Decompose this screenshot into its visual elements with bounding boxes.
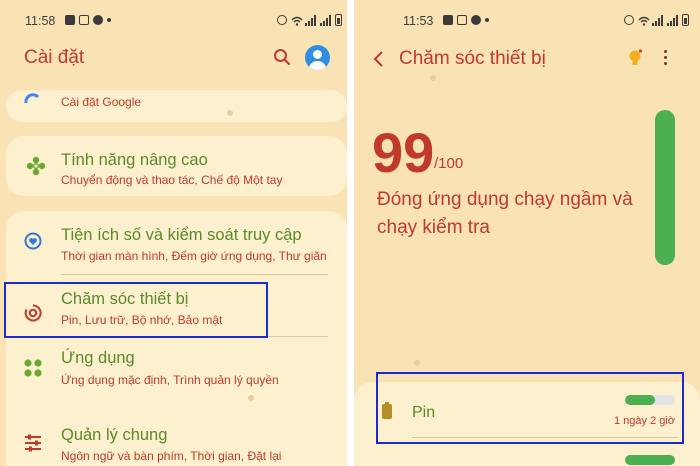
settings-item-subtitle: Cài đặt Google	[61, 95, 142, 109]
highlight-battery	[376, 372, 684, 444]
signal-2-icon	[667, 14, 678, 26]
device-care-screen: 11:53 Chăm sóc thiết bị 99 /100 Đóng ứng…	[354, 0, 700, 466]
gear-plus-icon	[26, 156, 48, 178]
messenger-notification-icon	[93, 15, 103, 25]
settings-item-title: Tính năng nâng cao	[61, 151, 208, 169]
battery-status-icon	[335, 14, 342, 26]
background-speck	[248, 395, 254, 401]
wifi-icon	[638, 15, 650, 26]
sliders-icon	[23, 433, 45, 455]
settings-screen: 11:58 Cài đặt Google Cài đặt Google Tính…	[0, 0, 347, 466]
settings-item-subtitle: Chuyển động và thao tác, Chế độ Một tay	[61, 173, 283, 187]
optimize-prompt[interactable]: Đóng ứng dụng chạy ngầm và chạy kiểm tra	[377, 186, 647, 242]
more-notifications-icon	[485, 18, 489, 22]
image-notification-icon	[443, 15, 453, 25]
apps-icon	[23, 358, 45, 380]
alarm-icon	[624, 15, 634, 25]
wifi-icon	[291, 15, 303, 26]
score-gauge	[655, 110, 675, 265]
page-title: Chăm sóc thiết bị	[399, 48, 546, 69]
status-time: 11:58	[25, 14, 56, 28]
settings-item-title: Quản lý chung	[61, 426, 168, 444]
settings-item-title: Tiện ích số và kiểm soát truy cập	[61, 226, 302, 244]
settings-card-google: Google Cài đặt Google	[6, 90, 347, 122]
settings-item-subtitle: Ngôn ngữ và bàn phím, Thời gian, Đặt lại	[61, 449, 282, 463]
back-chevron-icon[interactable]	[372, 50, 384, 74]
settings-item-apps[interactable]: Ứng dụng Ứng dụng mặc định, Trình quản l…	[6, 346, 347, 406]
status-bar: 11:58	[0, 12, 347, 32]
more-notifications-icon	[107, 18, 111, 22]
settings-item-title: Google	[61, 68, 115, 86]
image-notification-icon	[65, 15, 75, 25]
signal-2-icon	[320, 14, 331, 26]
settings-item-google[interactable]: Google Cài đặt Google	[6, 62, 347, 122]
storage-level-bar	[625, 455, 675, 465]
signal-icon	[305, 14, 316, 26]
settings-item-general-management[interactable]: Quản lý chung Ngôn ngữ và bàn phím, Thời…	[6, 421, 347, 466]
alarm-icon	[277, 15, 287, 25]
background-speck	[227, 110, 233, 116]
battery-status-icon	[682, 14, 689, 26]
more-options-icon[interactable]	[664, 50, 667, 65]
signal-icon	[652, 14, 663, 26]
settings-card-advanced: Tính năng nâng cao Chuyển động và thao t…	[6, 136, 347, 196]
settings-card-main: Tiện ích số và kiểm soát truy cập Thời g…	[6, 211, 347, 466]
background-speck	[430, 75, 436, 81]
highlight-device-care	[4, 282, 268, 338]
digital-wellbeing-icon	[23, 231, 45, 253]
divider	[61, 274, 328, 275]
settings-item-digital-wellbeing[interactable]: Tiện ích số và kiểm soát truy cập Thời g…	[6, 211, 347, 271]
messenger-notification-icon	[471, 15, 481, 25]
score-value: 99	[372, 121, 435, 184]
google-icon	[24, 90, 46, 112]
status-time: 11:53	[403, 14, 434, 28]
settings-item-title: Ứng dụng	[61, 349, 135, 367]
status-bar: 11:53	[354, 12, 700, 32]
settings-item-subtitle: Ứng dụng mặc định, Trình quản lý quyền	[61, 373, 279, 387]
background-speck	[414, 360, 420, 366]
gallery-notification-icon	[79, 15, 89, 25]
settings-item-advanced-features[interactable]: Tính năng nâng cao Chuyển động và thao t…	[6, 136, 347, 196]
score-max: /100	[434, 155, 464, 172]
lightbulb-icon[interactable]	[628, 49, 643, 67]
settings-item-subtitle: Thời gian màn hình, Đếm giờ ứng dụng, Th…	[61, 249, 327, 263]
gallery-notification-icon	[457, 15, 467, 25]
